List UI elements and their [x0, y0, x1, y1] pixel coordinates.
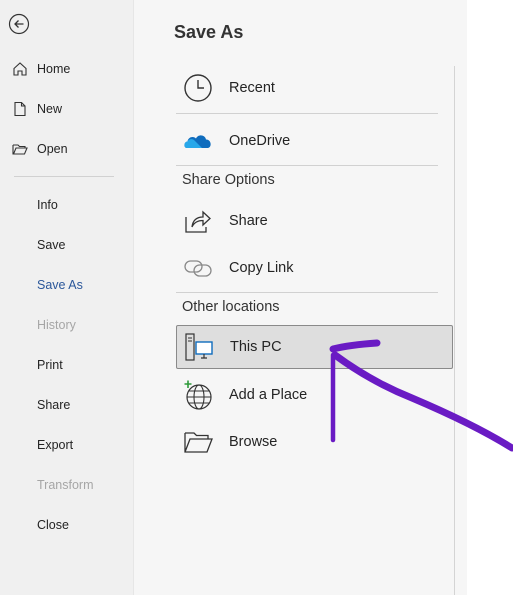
page-title: Save As	[174, 22, 244, 42]
location-label: Browse	[229, 434, 278, 450]
location-label: This PC	[230, 339, 282, 355]
location-label: Add a Place	[229, 387, 308, 403]
location-recent[interactable]: Recent	[176, 66, 453, 110]
link-icon	[184, 260, 212, 277]
computer-icon	[185, 333, 213, 361]
globe-add-icon	[184, 380, 212, 410]
onedrive-cloud-icon	[184, 135, 211, 148]
new-document-icon	[14, 101, 26, 117]
nav-item-label: New	[37, 102, 63, 116]
nav-item-label: Close	[37, 518, 69, 532]
location-label: Share	[229, 213, 268, 229]
location-share[interactable]: Share	[176, 199, 453, 243]
nav-item-label: History	[37, 318, 76, 332]
separator	[176, 292, 438, 293]
home-icon	[13, 62, 27, 76]
nav-item-export[interactable]: Export	[0, 430, 133, 460]
save-as-panel: Save As Recent OneDrive Share Options Sh…	[133, 0, 467, 595]
nav-item-close[interactable]: Close	[0, 510, 133, 540]
separator	[176, 113, 438, 114]
nav-item-label: Open	[37, 142, 68, 156]
nav-item-label: Transform	[37, 478, 94, 492]
nav-item-label: Home	[37, 62, 71, 76]
location-browse[interactable]: Browse	[176, 420, 453, 464]
separator	[176, 165, 438, 166]
nav-item-history: History	[0, 310, 133, 340]
nav-item-label: Save	[37, 238, 66, 252]
nav-item-label: Info	[37, 198, 58, 212]
nav-item-label: Save As	[37, 278, 83, 292]
folder-open-icon	[12, 144, 28, 155]
location-this-pc[interactable]: This PC	[176, 325, 453, 369]
location-copy-link[interactable]: Copy Link	[176, 246, 453, 290]
nav-item-home[interactable]: Home	[0, 54, 133, 84]
nav-item-new[interactable]: New	[0, 94, 133, 124]
location-onedrive[interactable]: OneDrive	[176, 119, 453, 163]
nav-divider	[14, 176, 114, 177]
nav-item-label: Print	[37, 358, 63, 372]
section-heading-other-locations: Other locations	[182, 299, 280, 315]
location-label: OneDrive	[229, 133, 291, 149]
nav-item-info[interactable]: Info	[0, 190, 133, 220]
nav-item-save-as[interactable]: Save As	[0, 270, 133, 300]
share-icon	[185, 210, 211, 233]
nav-item-save[interactable]: Save	[0, 230, 133, 260]
nav-item-share[interactable]: Share	[0, 390, 133, 420]
location-label: Recent	[229, 80, 275, 96]
folder-browse-icon	[184, 432, 213, 453]
location-add-a-place[interactable]: Add a Place	[176, 373, 453, 417]
location-label: Copy Link	[229, 260, 294, 276]
backstage-nav: Home New Open Info Save Save As History …	[0, 0, 133, 595]
nav-item-label: Share	[37, 398, 71, 412]
nav-item-print[interactable]: Print	[0, 350, 133, 380]
section-heading-share-options: Share Options	[182, 172, 275, 188]
clock-icon	[184, 74, 212, 102]
nav-item-label: Export	[37, 438, 74, 452]
back-arrow-icon[interactable]	[8, 13, 30, 35]
scrollbar-track[interactable]	[454, 66, 455, 595]
nav-item-open[interactable]: Open	[0, 134, 133, 164]
nav-item-transform: Transform	[0, 470, 133, 500]
